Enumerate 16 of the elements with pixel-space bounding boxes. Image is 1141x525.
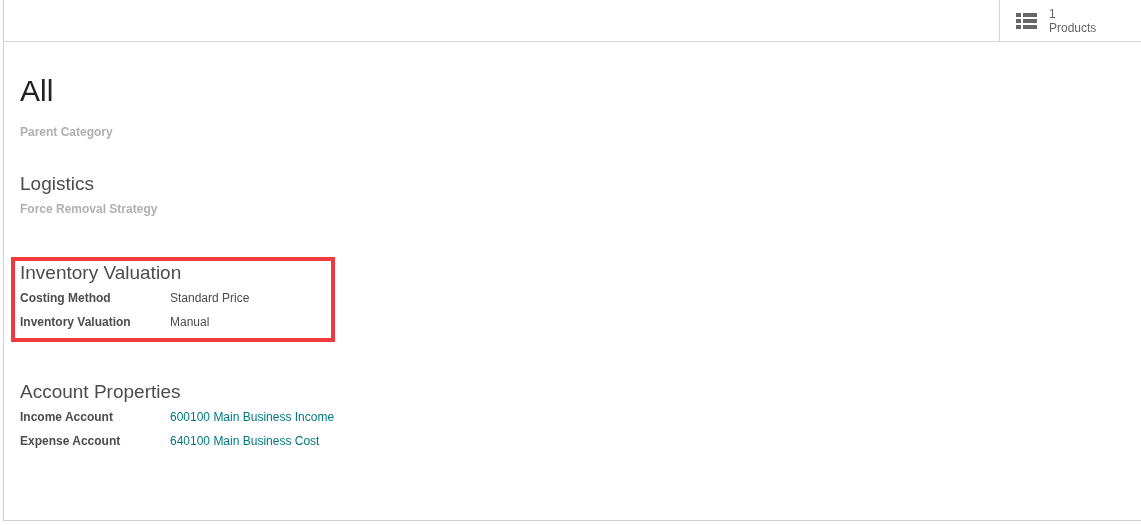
list-icon bbox=[1016, 12, 1037, 29]
section-title: Account Properties bbox=[20, 380, 182, 404]
section-title: Inventory Valuation bbox=[20, 261, 183, 285]
field-label: Costing Method bbox=[20, 290, 112, 307]
section-title: Logistics bbox=[20, 172, 95, 196]
products-button[interactable]: 1 Products bbox=[999, 0, 1141, 41]
field-value: Standard Price bbox=[170, 290, 250, 307]
record-title: All bbox=[20, 74, 55, 108]
field-label: Income Account bbox=[20, 409, 114, 426]
field-value: Manual bbox=[170, 314, 210, 331]
field-label: Inventory Valuation bbox=[20, 314, 132, 331]
account-link[interactable]: 640100 Main Business Cost bbox=[170, 432, 320, 450]
account-link[interactable]: 600100 Main Business Income bbox=[170, 408, 335, 426]
field-label: Expense Account bbox=[20, 433, 122, 450]
field-label: Parent Category bbox=[20, 124, 114, 141]
field-label: Force Removal Strategy bbox=[20, 201, 159, 218]
